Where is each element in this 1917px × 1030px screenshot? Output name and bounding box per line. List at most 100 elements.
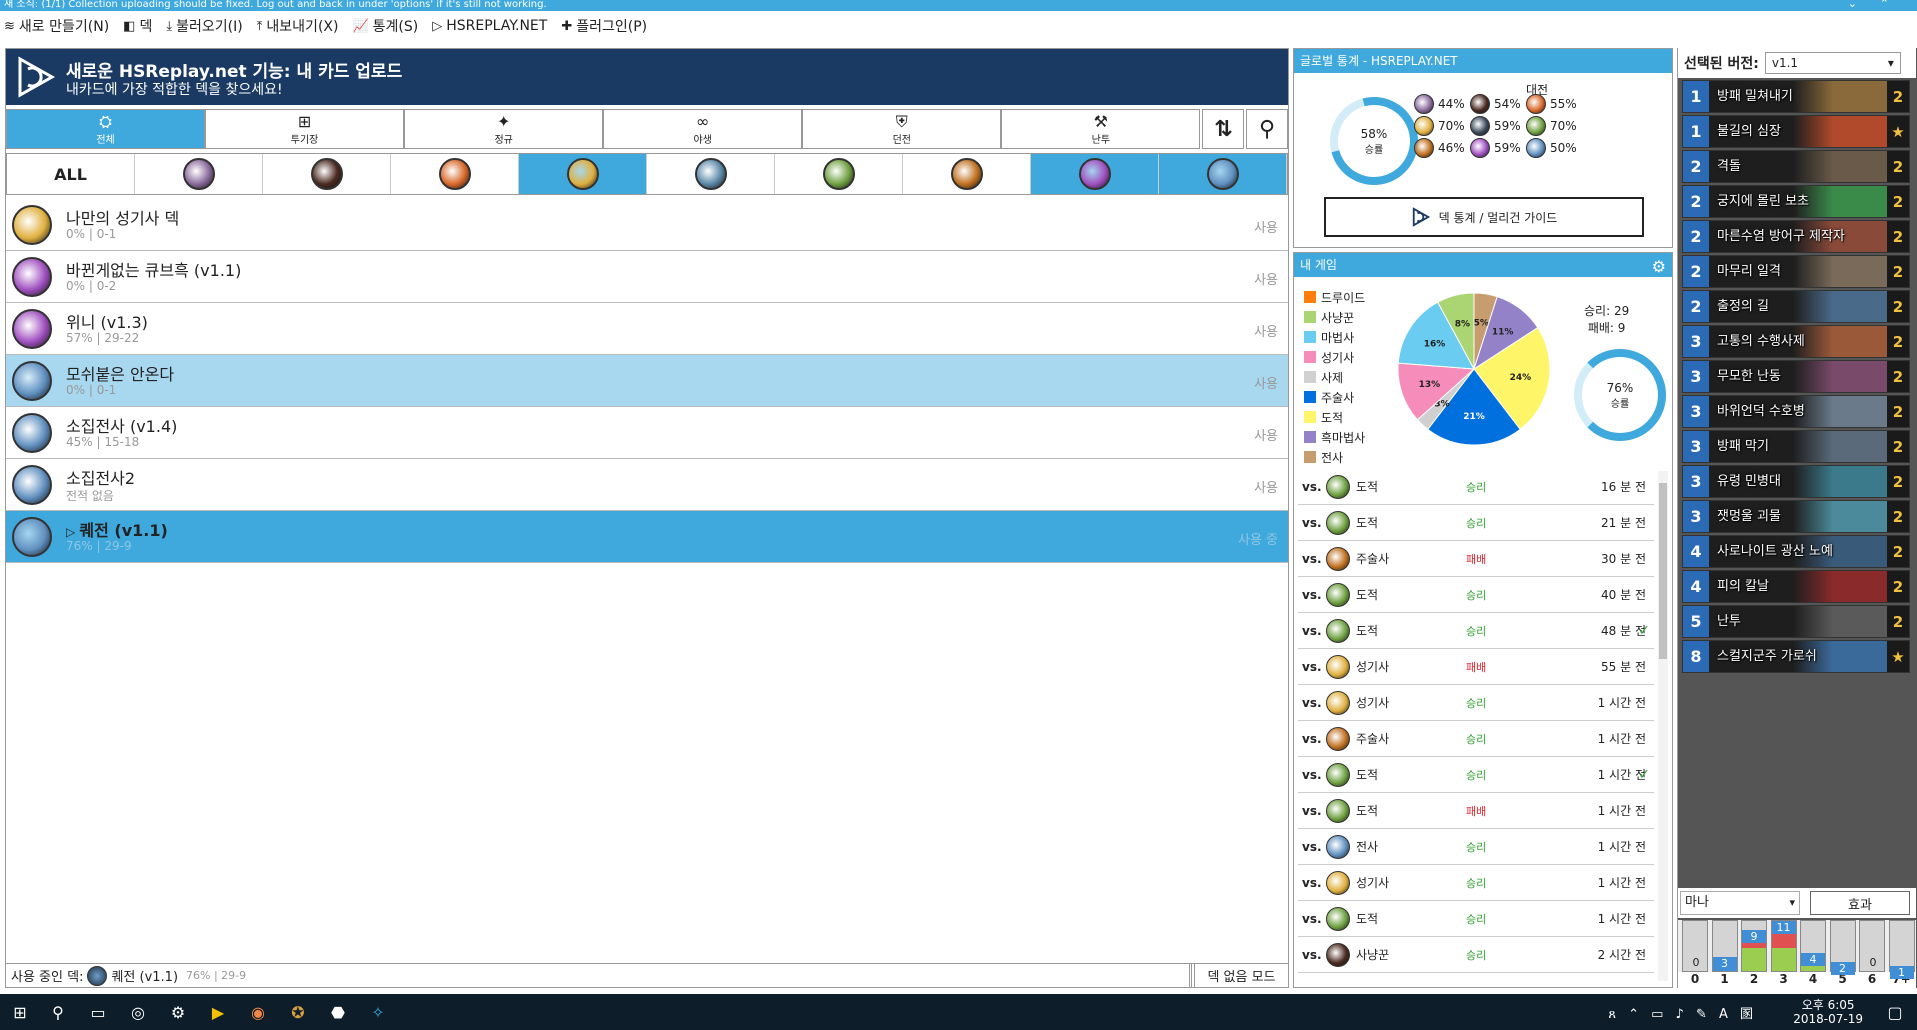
card-row[interactable]: 3 유령 민병대 2 (1682, 465, 1910, 498)
game-row[interactable]: vs. 사냥꾼 승리 2 시간 전 (1298, 937, 1654, 973)
deck-row[interactable]: 나만의 성기사 덱 0% | 0-1 사용 (6, 199, 1288, 251)
deck-row[interactable]: 바뀐게없는 큐브흑 (v1.1) 0% | 0-2 사용 (6, 251, 1288, 303)
game-row[interactable]: vs. 도적 승리 48 분 전 ✓ (1298, 613, 1654, 649)
menu-item-6[interactable]: ✚ 플러그인(P) (561, 16, 647, 36)
menu-item-4[interactable]: 📈 통계(S) (352, 16, 418, 36)
class-filter-mage[interactable] (391, 154, 519, 194)
mana-select[interactable]: 마나 (1680, 891, 1800, 915)
class-filter-warlock[interactable] (263, 154, 391, 194)
minimize-icon[interactable]: ⌄ (1848, 0, 1857, 9)
deck-row[interactable]: 소집전사2 전적 없음 사용 (6, 459, 1288, 511)
game-row[interactable]: vs. 성기사 패배 55 분 전 (1298, 649, 1654, 685)
app-icon[interactable]: ◎ (126, 1000, 150, 1024)
class-filter-hunter[interactable] (775, 154, 903, 194)
class-filter-druid[interactable] (135, 154, 263, 194)
deck-row[interactable]: 소집전사 (v1.4) 45% | 15-18 사용 (6, 407, 1288, 459)
mode-tab-2[interactable]: ✦ 정규 (404, 109, 604, 149)
use-deck-button[interactable]: 사용 (1254, 373, 1278, 392)
windows-start-icon[interactable]: ⊞ (8, 1000, 32, 1024)
gear-icon[interactable]: ⚙ (1652, 255, 1666, 279)
system-tray[interactable]: ጸ ⌃ ▭ ♪ ✎ A 圂 (1608, 1003, 1757, 1022)
game-time: 1 시간 전 (1597, 876, 1646, 890)
hearthstone-icon[interactable]: ✪ (286, 1000, 310, 1024)
deck-row[interactable]: 모쉬붙은 안온다 0% | 0-1 사용 (6, 355, 1288, 407)
scrollbar-thumb[interactable] (1659, 483, 1667, 659)
deck-stats-mulligan-button[interactable]: 덱 통계 / 멀리건 가이드 (1324, 197, 1644, 237)
menu-item-0[interactable]: ≋ 새로 만들기(N) (4, 16, 109, 36)
menu-item-5[interactable]: ▷ HSREPLAY.NET (432, 18, 547, 34)
use-deck-button[interactable]: 사용 중 (1238, 529, 1278, 548)
menu-item-2[interactable]: ⤓ 불러오기(I) (166, 16, 242, 36)
game-row[interactable]: vs. 도적 승리 1 시간 전 ✓ (1298, 757, 1654, 793)
game-row[interactable]: vs. 도적 패배 1 시간 전 (1298, 793, 1654, 829)
class-filter-all[interactable]: ALL (7, 154, 135, 194)
mode-tab-1[interactable]: ⊞ 투기장 (205, 109, 405, 149)
card-row[interactable]: 3 고통의 수행사제 2 (1682, 325, 1910, 358)
class-filter-rogue[interactable] (1031, 154, 1159, 194)
class-filter-shaman[interactable] (903, 154, 1031, 194)
use-deck-button[interactable]: 사용 (1254, 477, 1278, 496)
card-row[interactable]: 3 바위언덕 수호병 2 (1682, 395, 1910, 428)
media-player-icon[interactable]: ▶ (206, 1000, 230, 1024)
steam-icon[interactable]: ⚙ (166, 1000, 190, 1024)
card-row[interactable]: 3 잿멍울 괴물 2 (1682, 500, 1910, 533)
game-row[interactable]: vs. 도적 승리 21 분 전 (1298, 505, 1654, 541)
game-row[interactable]: vs. 성기사 승리 1 시간 전 (1298, 685, 1654, 721)
game-row[interactable]: vs. 전사 승리 1 시간 전 (1298, 829, 1654, 865)
mode-tab-0[interactable]: ⛭ 전체 (6, 109, 206, 149)
card-row[interactable]: 3 무모한 난동 2 (1682, 360, 1910, 393)
deck-row[interactable]: 위니 (v1.3) 57% | 29-22 사용 (6, 303, 1288, 355)
card-row[interactable]: 5 난투 2 (1682, 605, 1910, 638)
notifications-icon[interactable]: ▢ (1883, 1000, 1907, 1024)
card-row[interactable]: 1 불길의 심장 ★ (1682, 115, 1910, 148)
card-row[interactable]: 2 격돌 2 (1682, 150, 1910, 183)
class-filter-priest[interactable] (647, 154, 775, 194)
version-select[interactable]: v1.1 (1764, 52, 1901, 74)
game-row[interactable]: vs. 주술사 패배 30 분 전 (1298, 541, 1654, 577)
no-deck-mode-button[interactable]: 덱 없음 모드 (1194, 964, 1288, 987)
mode-tab-5[interactable]: ⚒ 난투 (1001, 109, 1201, 149)
system-clock[interactable]: 오후 6:05 2018-07-19 (1793, 998, 1863, 1026)
card-cost: 3 (1683, 396, 1709, 427)
hdt-icon[interactable]: ✧ (366, 1000, 390, 1024)
deck-row[interactable]: ▷ 퀘전 (v1.1) 76% | 29-9 사용 중 (6, 511, 1288, 563)
search-button[interactable]: ⚲ (1246, 109, 1288, 149)
game-row[interactable]: vs. 성기사 승리 1 시간 전 (1298, 865, 1654, 901)
game-list-scrollbar[interactable] (1658, 471, 1668, 981)
mode-tab-4[interactable]: ⛨ 던전 (802, 109, 1002, 149)
card-row[interactable]: 3 방패 막기 2 (1682, 430, 1910, 463)
effects-button[interactable]: 효과 (1810, 891, 1910, 915)
class-filter-warrior[interactable] (1159, 154, 1287, 194)
menu-item-1[interactable]: ◧ 덱 (123, 16, 152, 36)
chrome-icon[interactable]: ◉ (246, 1000, 270, 1024)
card-row[interactable]: 2 궁지에 몰린 보초 2 (1682, 185, 1910, 218)
use-deck-button[interactable]: 사용 (1254, 425, 1278, 444)
card-row[interactable]: 2 마른수염 방어구 제작자 2 (1682, 220, 1910, 253)
mode-icon: ⊞ (297, 111, 312, 131)
menu-item-3[interactable]: ⤒ 내보내기(X) (257, 16, 339, 36)
game-result: 승리 (1466, 624, 1487, 638)
game-row[interactable]: vs. 주술사 승리 1 시간 전 (1298, 721, 1654, 757)
card-row[interactable]: 2 마무리 일격 2 (1682, 255, 1910, 288)
task-view-icon[interactable]: ▭ (86, 1000, 110, 1024)
use-deck-button[interactable]: 사용 (1254, 321, 1278, 340)
game-row[interactable]: vs. 도적 승리 40 분 전 (1298, 577, 1654, 613)
sort-button[interactable]: ⇅ (1202, 109, 1245, 149)
game-row[interactable]: vs. 도적 승리 1 시간 전 (1298, 901, 1654, 937)
maximize-icon[interactable]: ⌃ (1880, 0, 1889, 9)
use-deck-button[interactable]: 사용 (1254, 269, 1278, 288)
search-icon[interactable]: ⚲ (46, 1000, 70, 1024)
card-row[interactable]: 1 방패 밀쳐내기 2 (1682, 80, 1910, 113)
card-row[interactable]: 4 사로나이트 광산 노예 2 (1682, 535, 1910, 568)
mana-curve-count: 2 (1830, 962, 1855, 975)
unity-icon[interactable]: ⬣ (326, 1000, 350, 1024)
card-row[interactable]: 4 피의 칼날 2 (1682, 570, 1910, 603)
class-filter-paladin[interactable] (519, 154, 647, 194)
game-row[interactable]: vs. 도적 승리 16 분 전 (1298, 469, 1654, 505)
use-deck-button[interactable]: 사용 (1254, 217, 1278, 236)
mode-tab-3[interactable]: ∞ 야생 (603, 109, 803, 149)
card-row[interactable]: 8 스컬지군주 가로쉬 ★ (1682, 640, 1910, 673)
hsreplay-banner[interactable]: 새로운 HSReplay.net 기능: 내 카드 업로드 내카드에 가장 적합… (6, 49, 1288, 105)
card-row[interactable]: 2 출정의 길 2 (1682, 290, 1910, 323)
card-name: 피의 칼날 (1717, 579, 1769, 594)
